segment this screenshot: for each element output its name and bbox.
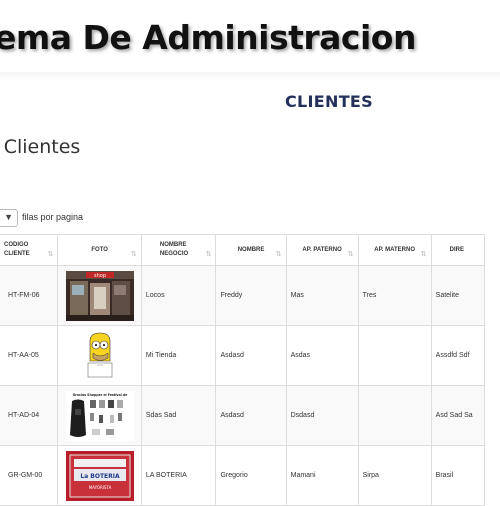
sort-icon[interactable]: ⇅ [48, 250, 54, 259]
cell-direccion: Assdfd Sdf [430, 325, 486, 386]
table-row[interactable]: HT-AD-04 Gracias Shopper el Festival de [0, 385, 486, 446]
clients-table: CODIGO CLIENTE ⇅ FOTO ⇅ NOMBRE NEGOCIO ⇅… [0, 234, 486, 506]
col-ap-materno[interactable]: AP. MATERNO ⇅ [357, 234, 432, 266]
product-flyer-photo: Gracias Shopper el Festival de [65, 390, 134, 441]
chevron-down-icon: ▼ [4, 212, 13, 222]
header-band [0, 72, 500, 80]
cell-paterno: Mas [285, 265, 359, 326]
sort-icon[interactable]: ⇅ [276, 250, 282, 259]
sort-icon[interactable]: ⇅ [421, 250, 427, 259]
cell-nombre: Freddy [215, 265, 287, 326]
list-heading: e Clientes [0, 136, 81, 158]
column-label: AP. PATERNO [302, 246, 342, 253]
cell-foto [57, 325, 142, 386]
flyer-title-text: Gracias Shopper el Festival de [72, 393, 127, 397]
cell-materno: Sirpa [357, 445, 432, 506]
cartoon-character-photo [65, 330, 134, 381]
page-size-label: filas por pagina [22, 212, 84, 222]
column-label: NOMBRE [237, 246, 265, 253]
sort-icon[interactable]: ⇅ [131, 250, 137, 259]
column-label: FOTO [91, 246, 108, 253]
cell-paterno: Dsdasd [285, 385, 359, 446]
cell-foto: La BOTERIA MAYORISTA [57, 445, 142, 506]
cell-nombre: Gregorio [215, 445, 287, 506]
col-nombre-negocio[interactable]: NOMBRE NEGOCIO ⇅ [140, 234, 217, 266]
table-row[interactable]: GR-GM-00 La BOTERIA MAYORISTA LA BOTERIA… [0, 445, 486, 506]
column-label: NOMBRE NEGOCIO [159, 242, 189, 257]
cell-direccion: Satelite [430, 265, 486, 326]
cell-foto: Gracias Shopper el Festival de [57, 385, 142, 446]
cell-negocio: Sdas Sad [140, 385, 217, 446]
cell-codigo: HT-AD-04 [0, 385, 59, 446]
cell-negocio: LA BOTERIA [140, 445, 217, 506]
cell-paterno: Mamani [285, 445, 359, 506]
col-ap-paterno[interactable]: AP. PATERNO ⇅ [285, 234, 359, 266]
sign-subtitle-text: MAYORISTA [88, 485, 111, 490]
cell-materno [357, 385, 432, 446]
col-codigo-cliente[interactable]: CODIGO CLIENTE ⇅ [0, 234, 59, 266]
app-title: ema De Administracion [0, 18, 416, 57]
cell-materno: Tres [357, 265, 432, 326]
cell-codigo: GR-GM-00 [0, 445, 59, 506]
sign-name-text: La BOTERIA [80, 473, 120, 480]
storefront-photo: shop [65, 270, 134, 321]
cell-direccion: Asd Sad Sa [430, 385, 486, 446]
col-direccion[interactable]: DIRE [430, 234, 486, 266]
boteria-sign-photo: La BOTERIA MAYORISTA [65, 450, 134, 501]
section-title: CLIENTES [285, 92, 373, 111]
cell-codigo: HT-AA-05 [0, 325, 59, 386]
cell-nombre: Asdasd [215, 385, 287, 446]
cell-negocio: Mi Tienda [140, 325, 217, 386]
storefront-sign-text: shop [94, 273, 106, 279]
cell-negocio: Locos [140, 265, 217, 326]
sort-icon[interactable]: ⇅ [206, 250, 212, 259]
sort-icon[interactable]: ⇅ [348, 250, 354, 259]
table-row[interactable]: HT-FM-06 shop Locos Freddy Mas Tres Sate… [0, 265, 486, 326]
page-size-select[interactable]: ▼ [0, 209, 18, 227]
col-foto[interactable]: FOTO ⇅ [57, 234, 142, 266]
cell-direccion: Brasil [430, 445, 486, 506]
column-label: CODIGO CLIENTE [4, 242, 30, 257]
cell-paterno: Asdas [285, 325, 359, 386]
table-row[interactable]: HT-AA-05 Mi Tienda Asdasd Asdas Assdfd S… [0, 325, 486, 386]
cell-foto: shop [57, 265, 142, 326]
column-label: AP. MATERNO [374, 246, 416, 253]
cell-nombre: Asdasd [215, 325, 287, 386]
column-label: DIRE [449, 246, 464, 253]
col-nombre[interactable]: NOMBRE ⇅ [215, 234, 287, 266]
cell-materno [357, 325, 432, 386]
table-header-row: CODIGO CLIENTE ⇅ FOTO ⇅ NOMBRE NEGOCIO ⇅… [0, 234, 486, 266]
cell-codigo: HT-FM-06 [0, 265, 59, 326]
